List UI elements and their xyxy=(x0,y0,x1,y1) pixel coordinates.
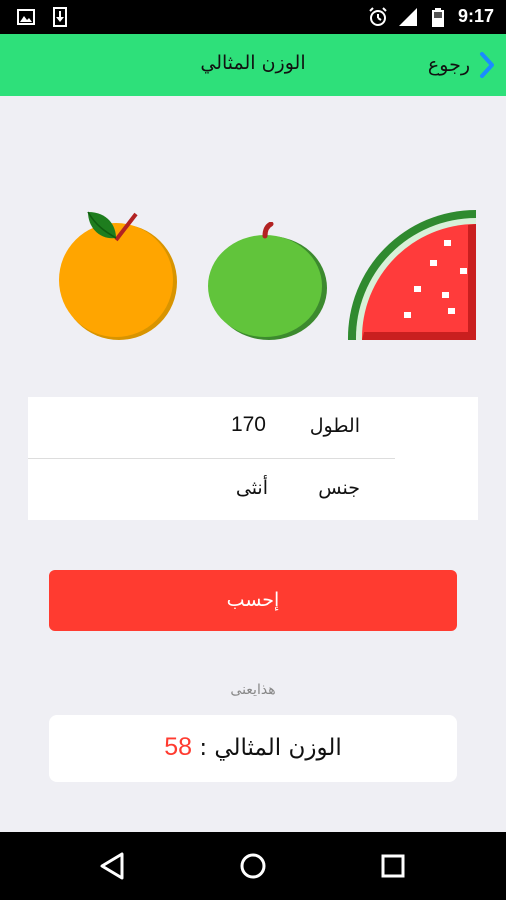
signal-icon xyxy=(398,7,417,26)
gender-label: جنس xyxy=(318,477,360,499)
chevron-right-icon xyxy=(480,52,494,78)
back-button[interactable]: رجوع xyxy=(428,48,496,82)
app-bar: الوزن المثالي رجوع xyxy=(0,34,506,96)
calculate-button[interactable]: إحسب xyxy=(49,570,457,631)
result-value: 58 xyxy=(164,733,192,761)
status-time: 9:17 xyxy=(457,6,494,26)
orange-icon xyxy=(59,211,177,340)
download-icon xyxy=(53,7,67,27)
alarm-icon xyxy=(369,6,387,26)
battery-icon xyxy=(431,7,444,27)
height-row[interactable]: الطول 170 xyxy=(28,397,478,458)
recents-square-icon[interactable] xyxy=(373,846,413,886)
status-bar: 9:17 xyxy=(0,0,506,34)
height-input[interactable]: 170 xyxy=(231,413,266,437)
input-form: الطول 170 جنس أنثى xyxy=(28,397,478,520)
back-label: رجوع xyxy=(427,54,470,76)
image-icon xyxy=(17,9,35,25)
result-text: الوزن المثالي : 58 xyxy=(49,733,457,762)
result-card: الوزن المثالي : 58 xyxy=(49,715,457,782)
watermelon-icon xyxy=(347,209,476,340)
gender-row[interactable]: جنس أنثى xyxy=(28,459,478,520)
gender-select[interactable]: أنثى xyxy=(236,477,268,499)
height-label: الطول xyxy=(309,415,360,437)
apple-icon xyxy=(208,222,327,340)
home-circle-icon[interactable] xyxy=(233,846,273,886)
result-caption: هذايعنى xyxy=(230,682,276,698)
navigation-bar xyxy=(0,832,506,900)
back-triangle-icon[interactable] xyxy=(93,846,133,886)
fruits-illustration xyxy=(0,200,506,350)
result-label: الوزن المثالي : xyxy=(199,735,342,761)
